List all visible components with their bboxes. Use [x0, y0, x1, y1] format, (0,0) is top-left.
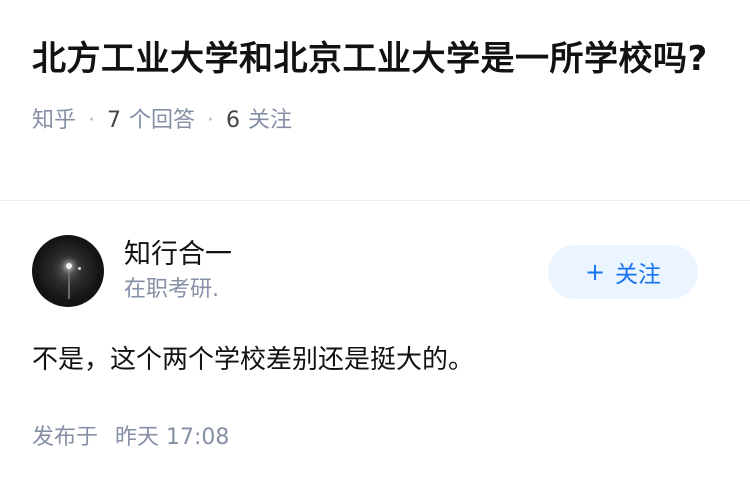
author-info: 知行合一 在职考研. — [124, 237, 232, 305]
follow-button[interactable]: + 关注 — [548, 245, 698, 299]
answer-footer: 发布于 昨天 17:08 — [32, 423, 229, 453]
answer-card: 知行合一 在职考研. + 关注 — [32, 235, 718, 307]
plus-icon: + — [584, 258, 606, 286]
meta-separator: · — [88, 108, 96, 133]
lamp-light-shape — [78, 267, 81, 270]
author-name[interactable]: 知行合一 — [124, 237, 232, 273]
follow-button-label: 关注 — [615, 262, 662, 288]
question-header: 北方工业大学和北京工业大学是一所学校吗? 知乎 · 7 个回答 · 6 关注 — [0, 0, 750, 136]
zhihu-question-page: 北方工业大学和北京工业大学是一所学校吗? 知乎 · 7 个回答 · 6 关注 知… — [0, 0, 750, 490]
follower-count: 6 — [226, 108, 241, 133]
published-label: 发布于 — [32, 425, 99, 450]
published-time: 昨天 17:08 — [115, 425, 230, 450]
question-title[interactable]: 北方工业大学和北京工业大学是一所学校吗? — [32, 34, 718, 84]
source-label[interactable]: 知乎 — [32, 106, 76, 136]
question-meta: 知乎 · 7 个回答 · 6 关注 — [32, 106, 718, 136]
lamp-light-shape — [66, 263, 72, 269]
lamp-pole-shape — [68, 269, 70, 299]
header-divider — [0, 200, 750, 201]
avatar[interactable] — [32, 235, 104, 307]
follower-count-label: 关注 — [248, 108, 293, 133]
meta-separator: · — [207, 108, 215, 133]
answer-content[interactable]: 不是，这个两个学校差别还是挺大的。 — [32, 340, 474, 380]
answer-count-label: 个回答 — [129, 108, 196, 133]
answer-count: 7 — [107, 108, 122, 133]
author-description: 在职考研. — [124, 277, 219, 302]
